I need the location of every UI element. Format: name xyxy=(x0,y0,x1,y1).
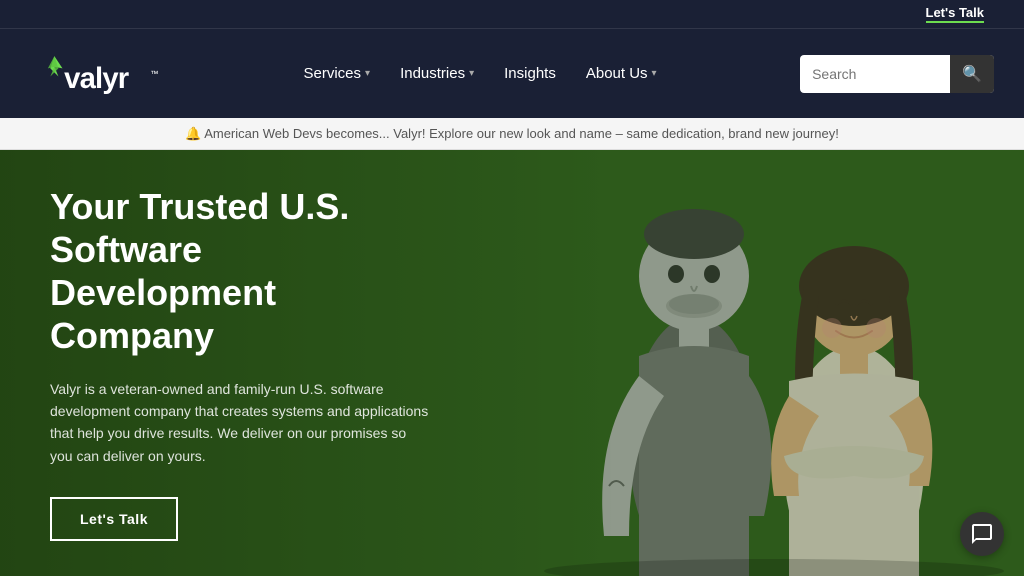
chat-icon xyxy=(970,522,994,546)
nav-links: Services ▾ Industries ▾ Insights About U… xyxy=(304,65,657,82)
hero-content: Your Trusted U.S. Software Development C… xyxy=(0,150,480,576)
search-input[interactable] xyxy=(800,66,950,82)
hero-cta-button[interactable]: Let's Talk xyxy=(50,497,178,541)
nav-item-services[interactable]: Services ▾ xyxy=(304,65,371,82)
search-button[interactable]: 🔍 xyxy=(950,55,994,93)
top-cta-link[interactable]: Let's Talk xyxy=(926,5,984,23)
hero-description: Valyr is a veteran-owned and family-run … xyxy=(50,378,430,468)
hero-section: Your Trusted U.S. Software Development C… xyxy=(0,150,1024,576)
hero-title: Your Trusted U.S. Software Development C… xyxy=(50,185,430,358)
svg-text:valyr: valyr xyxy=(64,62,129,94)
nav-item-insights[interactable]: Insights xyxy=(504,65,556,82)
chat-bubble-button[interactable] xyxy=(960,512,1004,556)
services-chevron-icon: ▾ xyxy=(365,68,370,79)
industries-chevron-icon: ▾ xyxy=(469,68,474,79)
search-icon: 🔍 xyxy=(962,64,982,84)
search-bar: 🔍 xyxy=(800,55,994,93)
announcement-banner: 🔔 American Web Devs becomes... Valyr! Ex… xyxy=(0,118,1024,150)
top-bar: Let's Talk xyxy=(0,0,1024,28)
logo-area[interactable]: valyr ™ xyxy=(30,44,160,104)
nav-item-industries[interactable]: Industries ▾ xyxy=(400,65,474,82)
svg-text:™: ™ xyxy=(150,69,158,78)
navbar: valyr ™ Services ▾ Industries ▾ Insights… xyxy=(0,28,1024,118)
nav-item-about[interactable]: About Us ▾ xyxy=(586,65,657,82)
about-chevron-icon: ▾ xyxy=(652,68,657,79)
